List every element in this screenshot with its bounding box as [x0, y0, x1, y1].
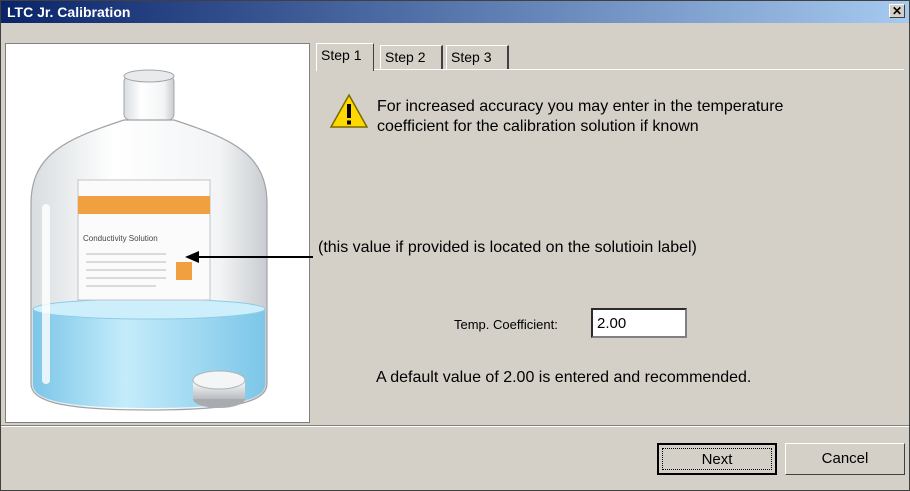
- tab-label: Step 3: [451, 49, 492, 65]
- label-location-hint: (this value if provided is located on th…: [318, 239, 697, 256]
- warning-icon: [329, 93, 369, 128]
- bottle-label-text: Conductivity Solution: [83, 234, 158, 243]
- close-icon: ✕: [891, 4, 903, 18]
- cancel-button-label: Cancel: [821, 450, 869, 467]
- next-button[interactable]: Next: [657, 443, 777, 475]
- footer-divider-highlight: [1, 426, 909, 427]
- tab-label: Step 2: [385, 49, 426, 65]
- tab-step-3[interactable]: Step 3: [446, 45, 509, 69]
- default-value-note: A default value of 2.00 is entered and r…: [376, 369, 752, 386]
- focus-rectangle: [662, 448, 772, 470]
- solution-bottle-illustration: Conductivity Solution: [30, 69, 268, 411]
- title-bar: LTC Jr. Calibration ✕: [1, 1, 909, 23]
- tab-label: Step 1: [321, 47, 362, 63]
- close-button[interactable]: ✕: [889, 4, 905, 18]
- tab-step-1[interactable]: Step 1: [316, 43, 374, 71]
- calibration-dialog: LTC Jr. Calibration ✕ Conductivity Solut…: [0, 0, 910, 491]
- window-title: LTC Jr. Calibration: [7, 4, 131, 20]
- tab-step-2[interactable]: Step 2: [380, 45, 443, 69]
- accuracy-message: For increased accuracy you may enter in …: [377, 98, 784, 135]
- temp-coefficient-label: Temp. Coefficient:: [454, 317, 558, 332]
- bottle-illustration-panel: Conductivity Solution: [5, 43, 310, 423]
- temp-coefficient-input[interactable]: [591, 308, 687, 338]
- cancel-button[interactable]: Cancel: [785, 443, 905, 475]
